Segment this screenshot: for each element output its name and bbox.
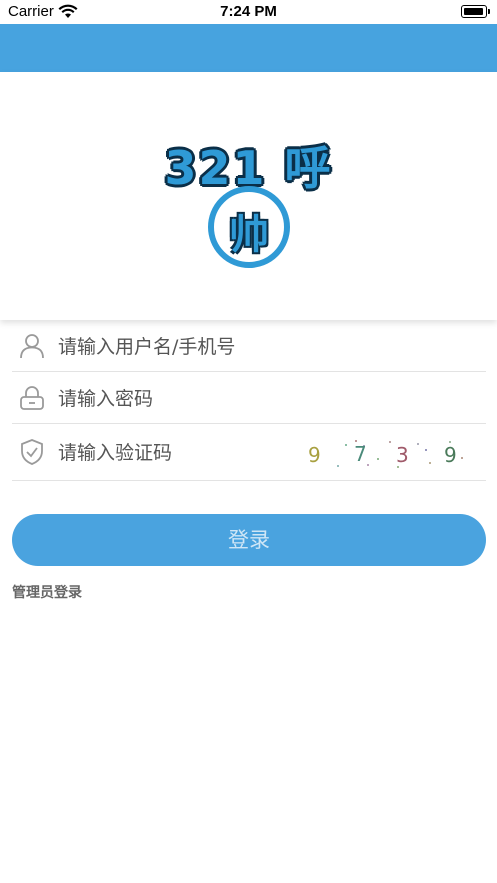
status-bar: Carrier 7:24 PM [0, 0, 497, 24]
captcha-char-2: 7 [354, 442, 367, 466]
user-icon [20, 334, 44, 359]
lock-icon [20, 386, 44, 410]
captcha-input[interactable] [58, 436, 318, 470]
logo-banner: 321 呼 帅 [0, 72, 497, 320]
username-field [12, 322, 486, 372]
logo-circle: 帅 [208, 186, 290, 268]
password-input[interactable] [58, 382, 318, 416]
battery-icon [461, 5, 490, 18]
captcha-char-4: 9 [444, 443, 457, 467]
captcha-image[interactable]: 9 7 3 9 [298, 432, 478, 474]
password-field [12, 374, 486, 424]
logo-char: 帅 [229, 212, 269, 258]
captcha-field: 9 7 3 9 [12, 428, 486, 481]
clock: 7:24 PM [220, 3, 277, 20]
captcha-char-3: 3 [396, 443, 409, 467]
login-button[interactable]: 登录 [12, 514, 486, 566]
admin-login-link[interactable]: 管理员登录 [12, 582, 82, 602]
username-input[interactable] [58, 330, 318, 364]
nav-bar [0, 24, 497, 72]
shield-icon [21, 439, 43, 465]
captcha-char-1: 9 [308, 443, 321, 467]
